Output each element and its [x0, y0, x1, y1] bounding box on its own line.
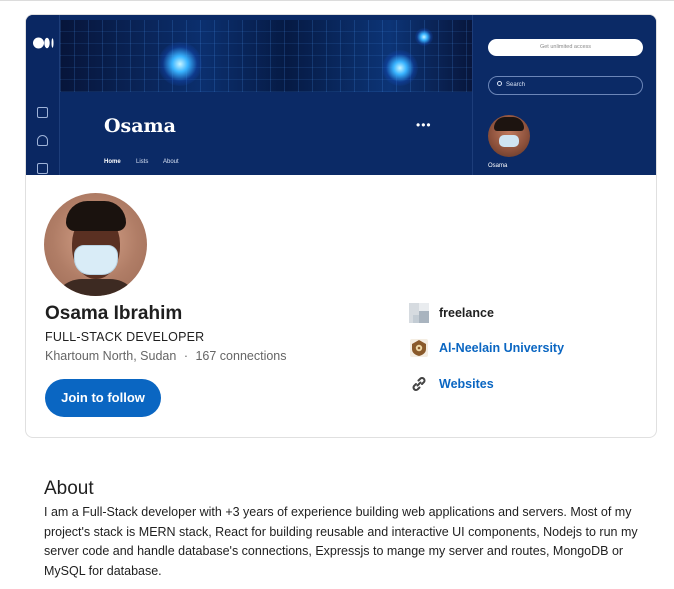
search-placeholder: Search — [506, 82, 526, 88]
banner-nav-lists[interactable]: Lists — [136, 159, 148, 165]
banner-hero-image — [60, 20, 472, 92]
search-icon — [497, 81, 502, 86]
banner-main: Osama ••• Home Lists About — [60, 15, 472, 175]
banner-nav-home[interactable]: Home — [104, 159, 121, 165]
link-icon — [412, 377, 426, 391]
company-logo-icon — [409, 303, 429, 323]
banner-site-title: Osama — [104, 115, 176, 137]
banner-nav-about[interactable]: About — [163, 159, 179, 165]
education-row[interactable]: Al-Neelain University — [409, 337, 564, 359]
banner-search-input[interactable]: Search — [488, 76, 643, 95]
home-icon — [37, 107, 48, 118]
about-heading: About — [44, 478, 94, 499]
banner-sidebar — [26, 15, 60, 175]
websites-link[interactable]: Websites — [439, 377, 494, 391]
company-label: freelance — [439, 306, 494, 320]
more-options-icon[interactable]: ••• — [416, 118, 432, 132]
bookmark-icon — [37, 163, 48, 174]
profile-avatar — [44, 193, 147, 296]
top-divider — [0, 0, 674, 3]
banner-author-avatar[interactable] — [488, 115, 530, 157]
get-access-button[interactable]: Get unlimited access — [488, 39, 643, 56]
profile-location: Khartoum North, Sudan — [45, 349, 177, 363]
profile-location-line: Khartoum North, Sudan · 167 connections — [45, 349, 287, 363]
banner-author-name[interactable]: Osama — [488, 163, 507, 169]
university-link[interactable]: Al-Neelain University — [439, 341, 564, 355]
current-company-row[interactable]: freelance — [409, 302, 494, 324]
profile-headline: FULL-STACK DEVELOPER — [45, 330, 205, 344]
profile-connections: 167 connections — [195, 349, 287, 363]
profile-name: Osama Ibrahim — [45, 303, 183, 324]
join-to-follow-button[interactable]: Join to follow — [45, 379, 161, 417]
profile-banner: Osama ••• Home Lists About Get unlimited… — [26, 15, 656, 175]
medium-logo-icon — [33, 37, 54, 49]
websites-row[interactable]: Websites — [409, 373, 494, 395]
bell-icon — [37, 135, 48, 146]
banner-right-panel: Get unlimited access Search Osama — [472, 15, 656, 175]
about-text: I am a Full-Stack developer with +3 year… — [44, 505, 638, 578]
location-separator: · — [183, 349, 188, 363]
university-logo-icon — [410, 339, 428, 357]
